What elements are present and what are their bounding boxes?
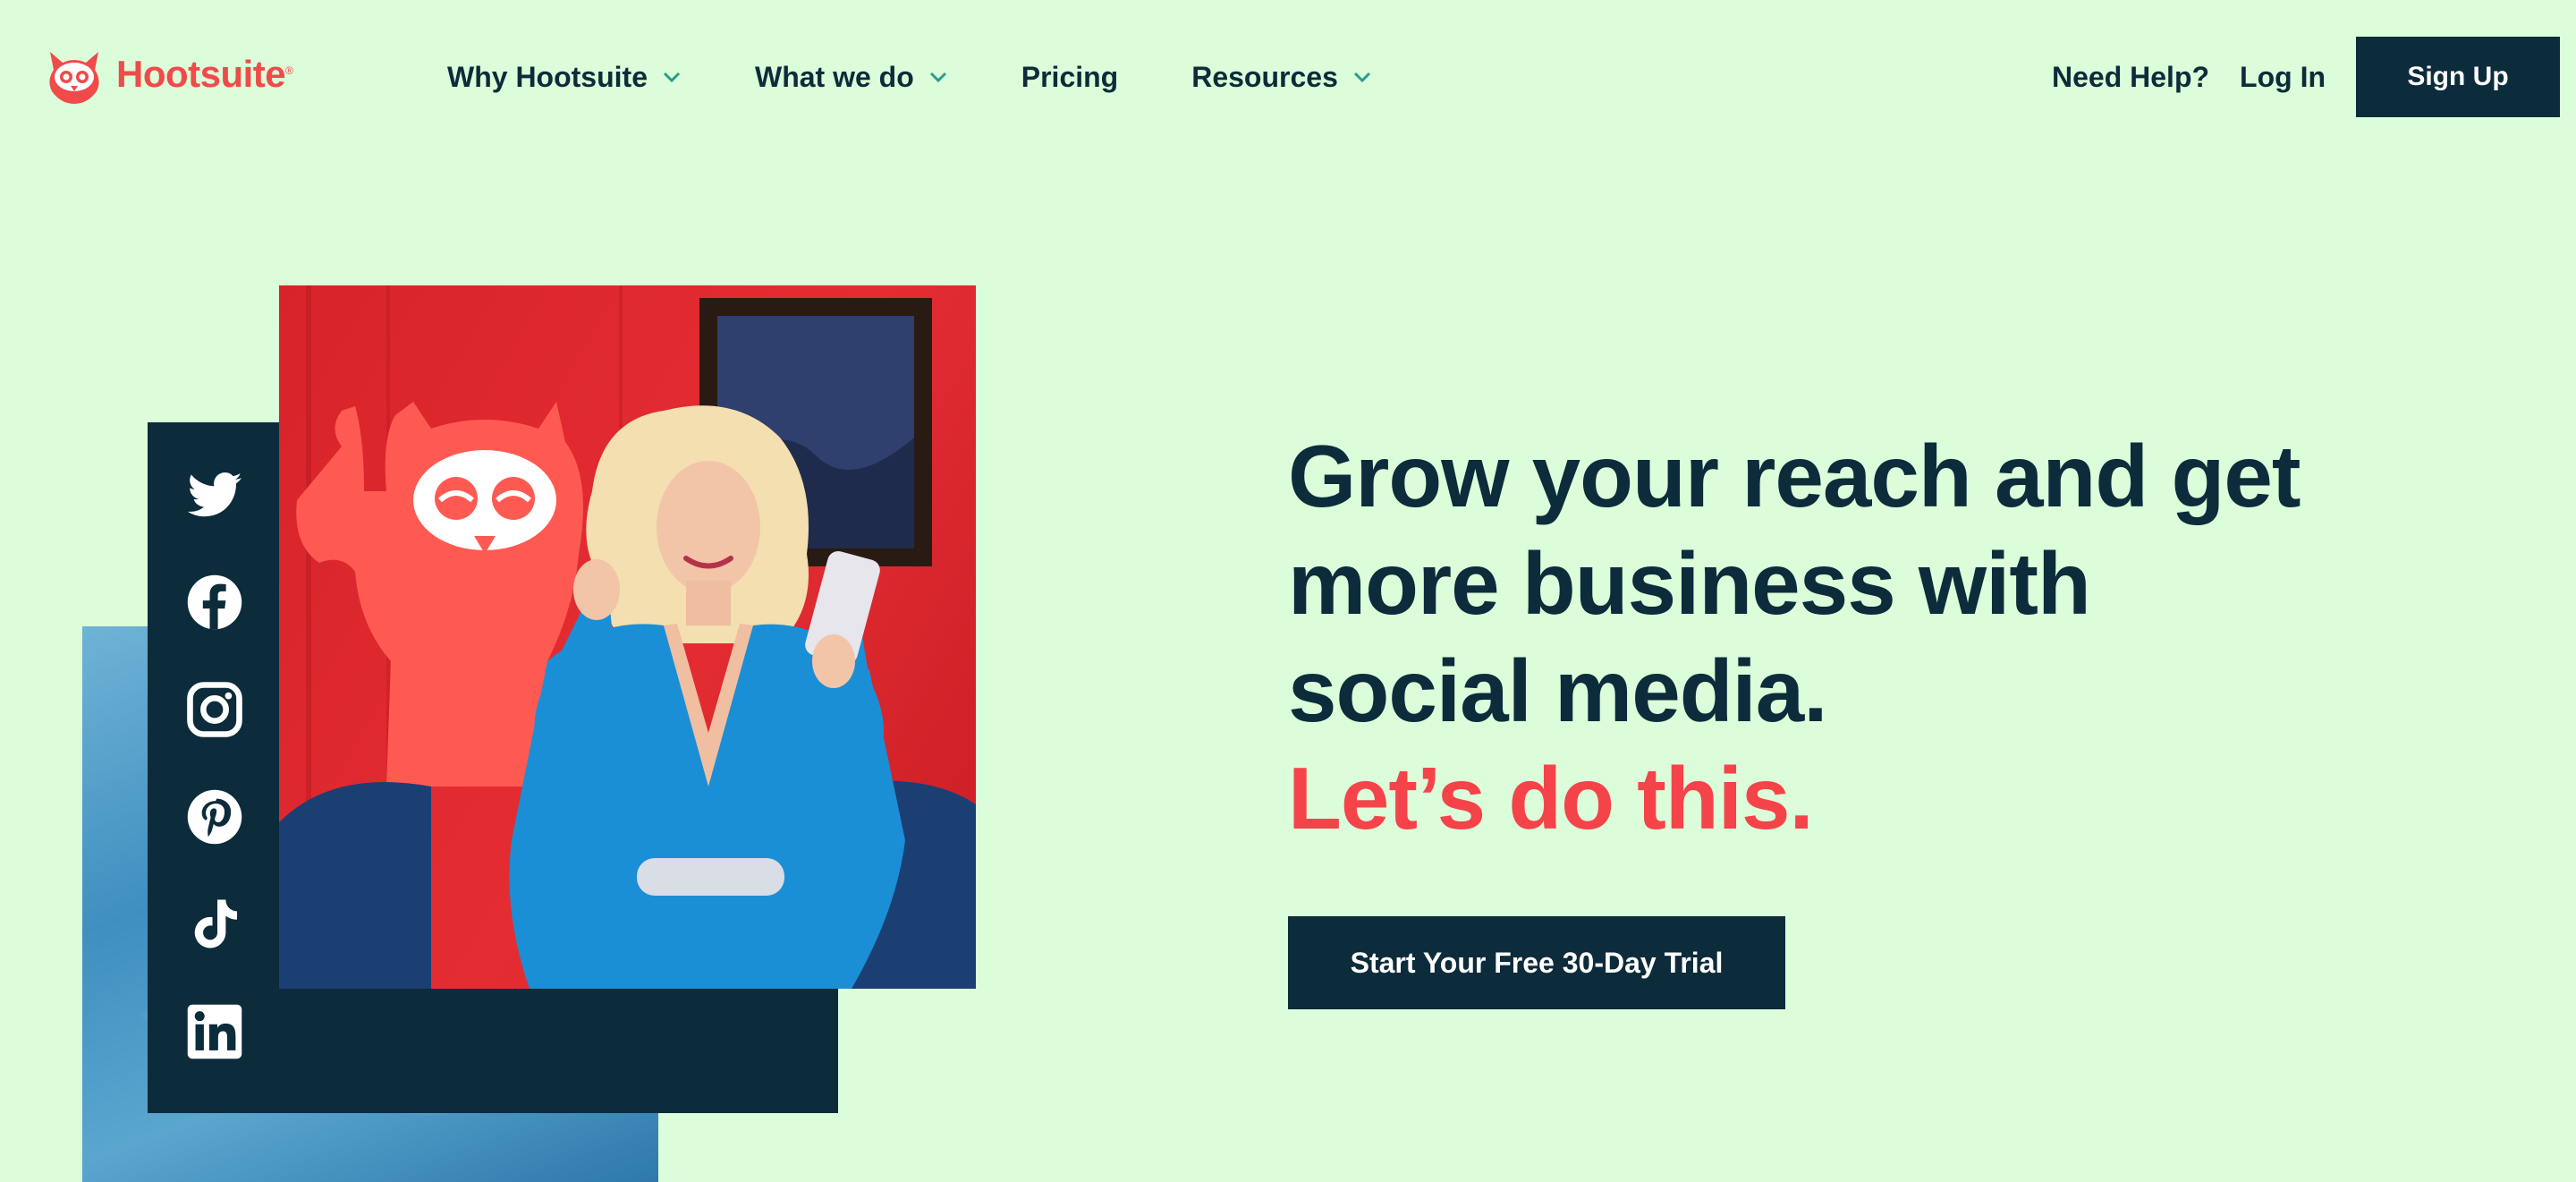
header-actions: Need Help? Log In Sign Up: [2052, 37, 2560, 117]
start-free-trial-button[interactable]: Start Your Free 30-Day Trial: [1288, 916, 1785, 1009]
headline-line: Grow your reach and get: [1288, 427, 2301, 525]
social-icon-list: [179, 465, 250, 1110]
nav-item-label: Resources: [1191, 60, 1338, 93]
nav-item-resources[interactable]: Resources: [1191, 61, 1372, 94]
linkedin-icon: [187, 1004, 242, 1059]
headline-accent-line: Let’s do this.: [1288, 749, 1814, 847]
headline-line: more business with: [1288, 534, 2091, 633]
twitter-icon: [187, 472, 242, 517]
tiktok-icon: [194, 899, 238, 948]
facebook-icon: [187, 574, 242, 630]
hero-visual: [0, 0, 1073, 1182]
need-help-link[interactable]: Need Help?: [2052, 61, 2209, 94]
chevron-down-icon: [1353, 72, 1370, 83]
sign-up-button[interactable]: Sign Up: [2356, 37, 2560, 117]
hero-photo-illustration: [279, 285, 976, 989]
pinterest-icon: [187, 789, 242, 845]
hero-photo: [279, 285, 976, 989]
hero-headline: Grow your reach and get more business wi…: [1288, 422, 2451, 852]
headline-line: social media.: [1288, 642, 1828, 740]
instagram-icon: [187, 682, 242, 737]
log-in-link[interactable]: Log In: [2240, 61, 2326, 94]
hero-content: Grow your reach and get more business wi…: [1288, 422, 2451, 1009]
